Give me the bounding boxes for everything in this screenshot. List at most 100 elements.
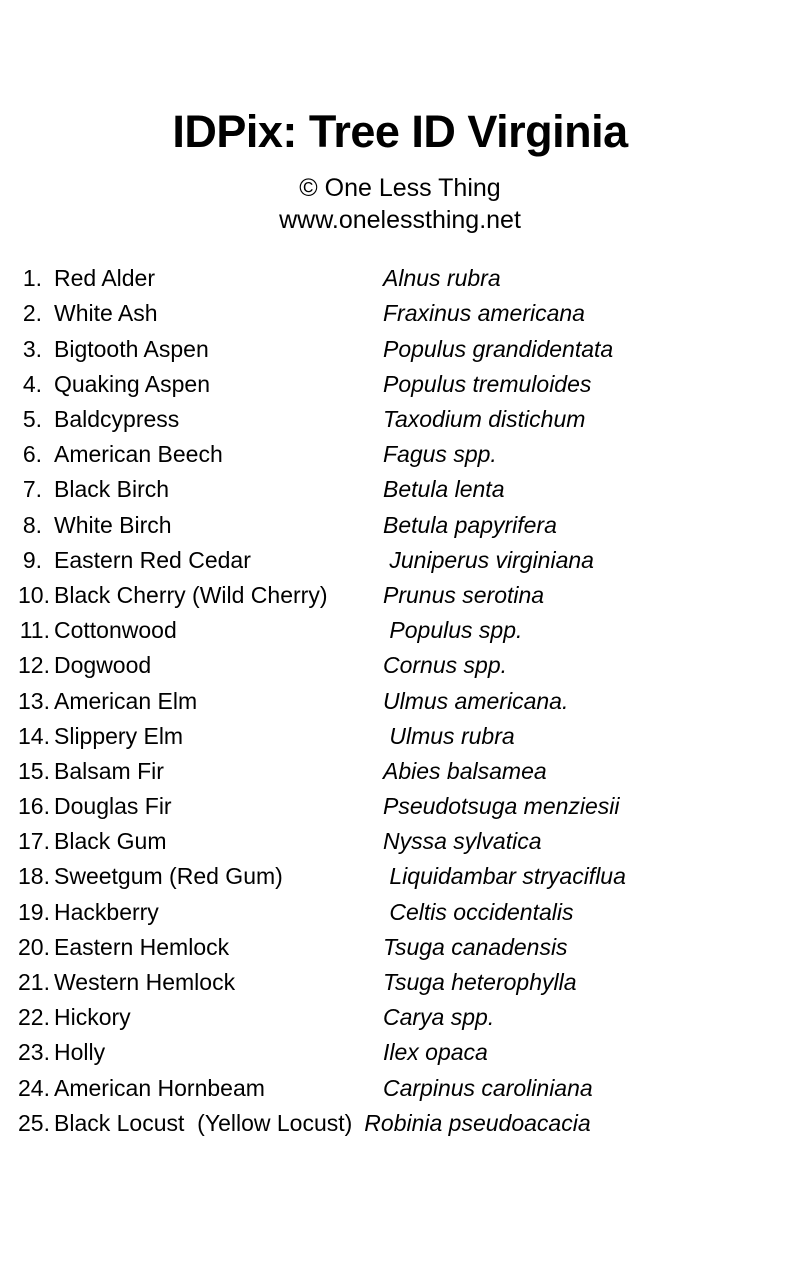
list-item-number: 11. xyxy=(19,617,50,644)
list-item: 14. Slippery Elm Ulmus rubra xyxy=(0,719,800,754)
list-item: 2. White Ash Fraxinus americana xyxy=(0,296,800,331)
list-item: 19. Hackberry Celtis occidentalis xyxy=(0,895,800,930)
scientific-name: Pseudotsuga menziesii xyxy=(383,793,620,820)
list-item-number: 13. xyxy=(18,687,50,714)
scientific-name: Nyssa sylvatica xyxy=(383,828,542,855)
list-item-number: 1. xyxy=(22,265,42,292)
common-name: Dogwood xyxy=(54,652,152,679)
copyright-line: © One Less Thing xyxy=(299,174,501,203)
common-name: Red Alder xyxy=(54,265,156,292)
list-item: 6. American Beech Fagus spp. xyxy=(0,437,800,472)
list-item-number: 9. xyxy=(22,546,42,573)
list-item-number: 24. xyxy=(18,1074,50,1101)
scientific-name: Betula papyrifera xyxy=(383,511,557,538)
common-name: Black Birch xyxy=(54,476,170,503)
tree-species-list: 1. Red Alder Alnus rubra 2. White Ash Fraxinu… xyxy=(0,261,800,1141)
list-item-number: 18. xyxy=(18,863,50,890)
list-item-number: 3. xyxy=(22,335,42,362)
list-item-number: 12. xyxy=(18,652,50,679)
scientific-name: Prunus serotina xyxy=(383,581,545,608)
page-title: IDPix: Tree ID Virginia xyxy=(172,106,628,157)
common-name: Quaking Aspen xyxy=(54,370,211,397)
common-name: Black Cherry (Wild Cherry) xyxy=(54,581,328,608)
scientific-name: Robinia pseudoacacia xyxy=(364,1109,591,1136)
scientific-name: Abies balsamea xyxy=(383,757,547,784)
list-item-number: 15. xyxy=(18,757,50,784)
scientific-name: Cornus spp. xyxy=(383,652,508,679)
list-item: 25. Black Locust (Yellow Locust) Robinia p… xyxy=(0,1106,800,1141)
scientific-name: Carya spp. xyxy=(383,1004,495,1031)
list-item-number: 7. xyxy=(22,476,42,503)
common-name: Black Locust (Yellow Locust) xyxy=(54,1109,353,1136)
list-item: 4. Quaking Aspen Populus tremuloides xyxy=(0,367,800,402)
common-name: Sweetgum (Red Gum) xyxy=(54,863,283,890)
scientific-name: Betula lenta xyxy=(383,476,505,503)
scientific-name: Carpinus caroliniana xyxy=(383,1074,593,1101)
document-header: IDPix: Tree ID Virginia © One Less Thing… xyxy=(0,0,800,236)
list-item-number: 25. xyxy=(18,1109,50,1136)
list-item: 10. Black Cherry (Wild Cherry) Prunus sero… xyxy=(0,578,800,613)
list-item-number: 14. xyxy=(18,722,50,749)
scientific-name: Alnus rubra xyxy=(383,265,501,292)
common-name: Holly xyxy=(54,1039,106,1066)
scientific-name: Populus spp. xyxy=(383,617,523,644)
list-item-number: 6. xyxy=(22,441,42,468)
page-root: IDPix: Tree ID Virginia © One Less Thing… xyxy=(0,0,800,1272)
list-item: 18. Sweetgum (Red Gum) Liquidambar stryac… xyxy=(0,859,800,894)
common-name: White Birch xyxy=(54,511,172,538)
common-name: Douglas Fir xyxy=(54,793,172,820)
list-item: 5. Baldcypress Taxodium distichum xyxy=(0,402,800,437)
website-line: www.onelessthing.net xyxy=(279,206,521,235)
scientific-name: Celtis occidentalis xyxy=(383,898,574,925)
common-name: Hackberry xyxy=(54,898,159,925)
list-item: 21. Western Hemlock Tsuga heterophylla xyxy=(0,965,800,1000)
scientific-name: Ulmus rubra xyxy=(383,722,515,749)
list-item: 3. Bigtooth Aspen Populus grandidentata xyxy=(0,332,800,367)
common-name: Western Hemlock xyxy=(54,969,236,995)
list-item: 22. Hickory Carya spp. xyxy=(0,1000,800,1035)
scientific-name: Ulmus americana. xyxy=(383,687,569,714)
common-name: Eastern Hemlock xyxy=(54,933,230,960)
list-item: 12. Dogwood Cornus spp. xyxy=(0,648,800,683)
list-item: 1. Red Alder Alnus rubra xyxy=(0,261,800,296)
scientific-name: Populus grandidentata xyxy=(383,335,614,362)
common-name: Baldcypress xyxy=(54,406,180,432)
list-item-number: 4. xyxy=(22,370,42,397)
scientific-name: Juniperus virginiana xyxy=(383,546,594,573)
list-item: 8. White Birch Betula papyrifera xyxy=(0,508,800,543)
list-item-number: 23. xyxy=(18,1039,50,1066)
common-name: White Ash xyxy=(54,300,158,327)
list-item-number: 21. xyxy=(18,969,50,995)
scientific-name: Liquidambar stryaciflua xyxy=(383,863,626,890)
common-name: Hickory xyxy=(54,1004,131,1031)
list-item: 20. Eastern Hemlock Tsuga canadensis xyxy=(0,930,800,965)
common-name: Slippery Elm xyxy=(54,722,184,749)
common-name: Eastern Red Cedar xyxy=(54,546,251,573)
common-name: Black Gum xyxy=(54,828,167,855)
list-item-number: 20. xyxy=(18,933,50,960)
list-item: 24. American Hornbeam Carpinus caroliniana xyxy=(0,1071,800,1106)
common-name: American Elm xyxy=(54,687,198,714)
scientific-name: Populus tremuloides xyxy=(383,370,592,397)
list-item: 13. American Elm Ulmus americana. xyxy=(0,684,800,719)
scientific-name: Tsuga canadensis xyxy=(383,933,568,960)
list-item: 7. Black Birch Betula lenta xyxy=(0,472,800,507)
common-name: Cottonwood xyxy=(54,617,177,644)
scientific-name: Fraxinus americana xyxy=(383,300,585,327)
list-item: 23. Holly Ilex opaca xyxy=(0,1035,800,1070)
list-item-number: 5. xyxy=(22,406,42,432)
list-item-number: 17. xyxy=(18,828,50,855)
list-item-number: 19. xyxy=(18,898,50,925)
list-item-number: 2. xyxy=(22,300,42,327)
list-item-number: 10. xyxy=(18,581,50,608)
common-name: Balsam Fir xyxy=(54,757,164,784)
scientific-name: Fagus spp. xyxy=(383,441,497,468)
common-name: American Beech xyxy=(54,441,223,468)
list-item: 16. Douglas Fir Pseudotsuga menziesii xyxy=(0,789,800,824)
list-item-number: 22. xyxy=(18,1004,50,1031)
scientific-name: Ilex opaca xyxy=(383,1039,488,1066)
subtitle-block: © One Less Thing www.onelessthing.net xyxy=(0,172,800,236)
scientific-name: Taxodium distichum xyxy=(383,406,586,432)
list-item: 15. Balsam Fir Abies balsamea xyxy=(0,754,800,789)
list-item: 11. Cottonwood Populus spp. xyxy=(0,613,800,648)
